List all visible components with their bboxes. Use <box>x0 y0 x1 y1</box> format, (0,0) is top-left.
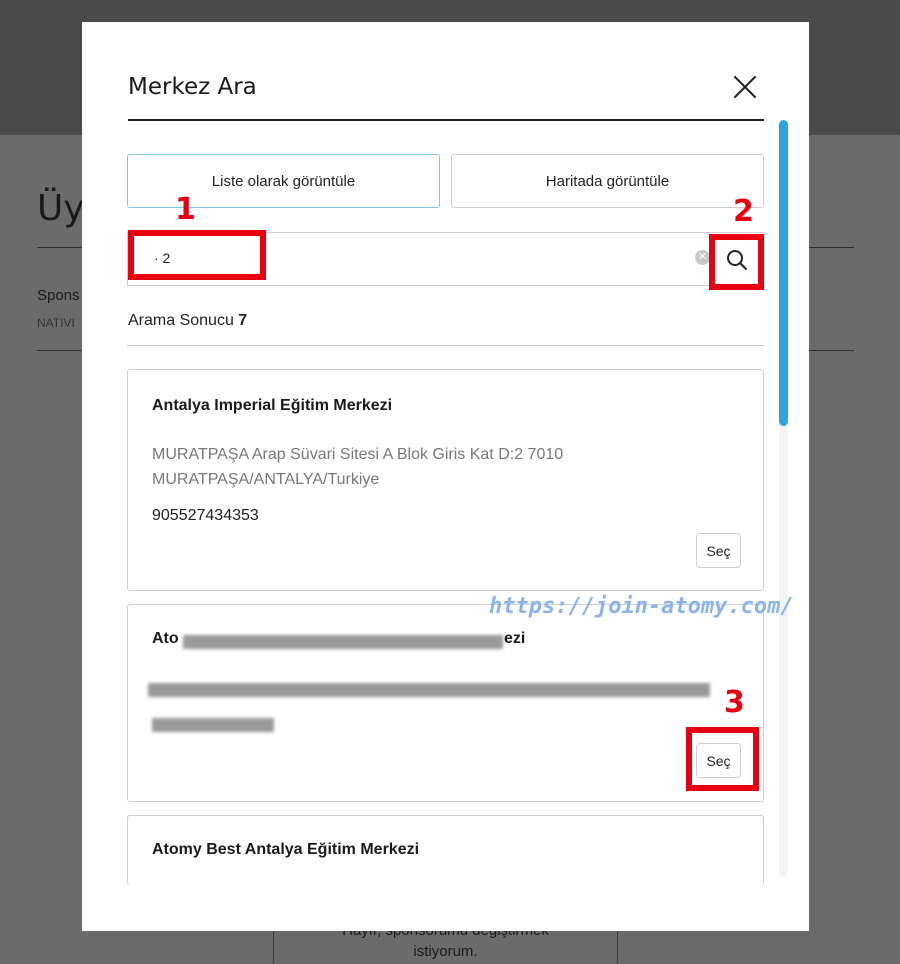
annotation-box-3 <box>686 727 759 791</box>
center-name-end: ezi <box>504 630 526 647</box>
tab-map-view[interactable]: Haritada görüntüle <box>451 154 764 208</box>
change-sponsor-line2: istiyorum. <box>413 943 478 960</box>
annotation-box-2 <box>709 234 764 290</box>
result-card: Antalya Imperial Eğitim Merkezi MURATPAŞ… <box>127 369 764 591</box>
center-name: Atomy Best Antalya Eğitim Merkezi <box>152 841 420 858</box>
annotation-number-1: 1 <box>175 192 196 227</box>
annotation-number-3: 3 <box>724 685 745 720</box>
center-name: Antalya Imperial Eğitim Merkezi <box>152 397 393 414</box>
result-count: Arama Sonucu 7 <box>128 312 247 330</box>
annotation-number-2: 2 <box>733 194 754 229</box>
clear-search-icon[interactable]: ✕ <box>695 250 710 265</box>
background-page-title: Üy <box>37 188 85 229</box>
redaction-bar <box>152 718 274 732</box>
redaction-bar <box>148 683 710 697</box>
redaction-bar <box>183 635 503 649</box>
watermark-text: https://join-atomy.com/ <box>489 594 794 619</box>
title-divider <box>128 119 764 121</box>
center-phone: 905527434353 <box>152 507 259 524</box>
background-sponsor-sub: NATIVI <box>37 316 75 330</box>
tab-list-view[interactable]: Liste olarak görüntüle <box>127 154 440 208</box>
annotation-box-1 <box>128 230 266 280</box>
result-divider <box>127 345 764 346</box>
close-icon[interactable] <box>729 71 761 103</box>
result-count-label: Arama Sonucu <box>128 312 234 329</box>
scrollbar-thumb[interactable] <box>779 120 788 426</box>
result-card: Atomy Best Antalya Eğitim Merkezi <box>127 815 764 885</box>
result-count-value: 7 <box>238 312 248 329</box>
result-card: Ato ezi Seç <box>127 604 764 802</box>
modal-title: Merkez Ara <box>128 74 257 100</box>
center-search-modal: Merkez Ara Liste olarak görüntüle Harita… <box>82 22 809 931</box>
select-button[interactable]: Seç <box>696 533 741 568</box>
center-name-start: Ato <box>152 630 179 647</box>
background-sponsor-label: Spons <box>37 287 80 304</box>
center-address: MURATPAŞA Arap Süvari Sitesi A Blok Giri… <box>152 446 564 488</box>
